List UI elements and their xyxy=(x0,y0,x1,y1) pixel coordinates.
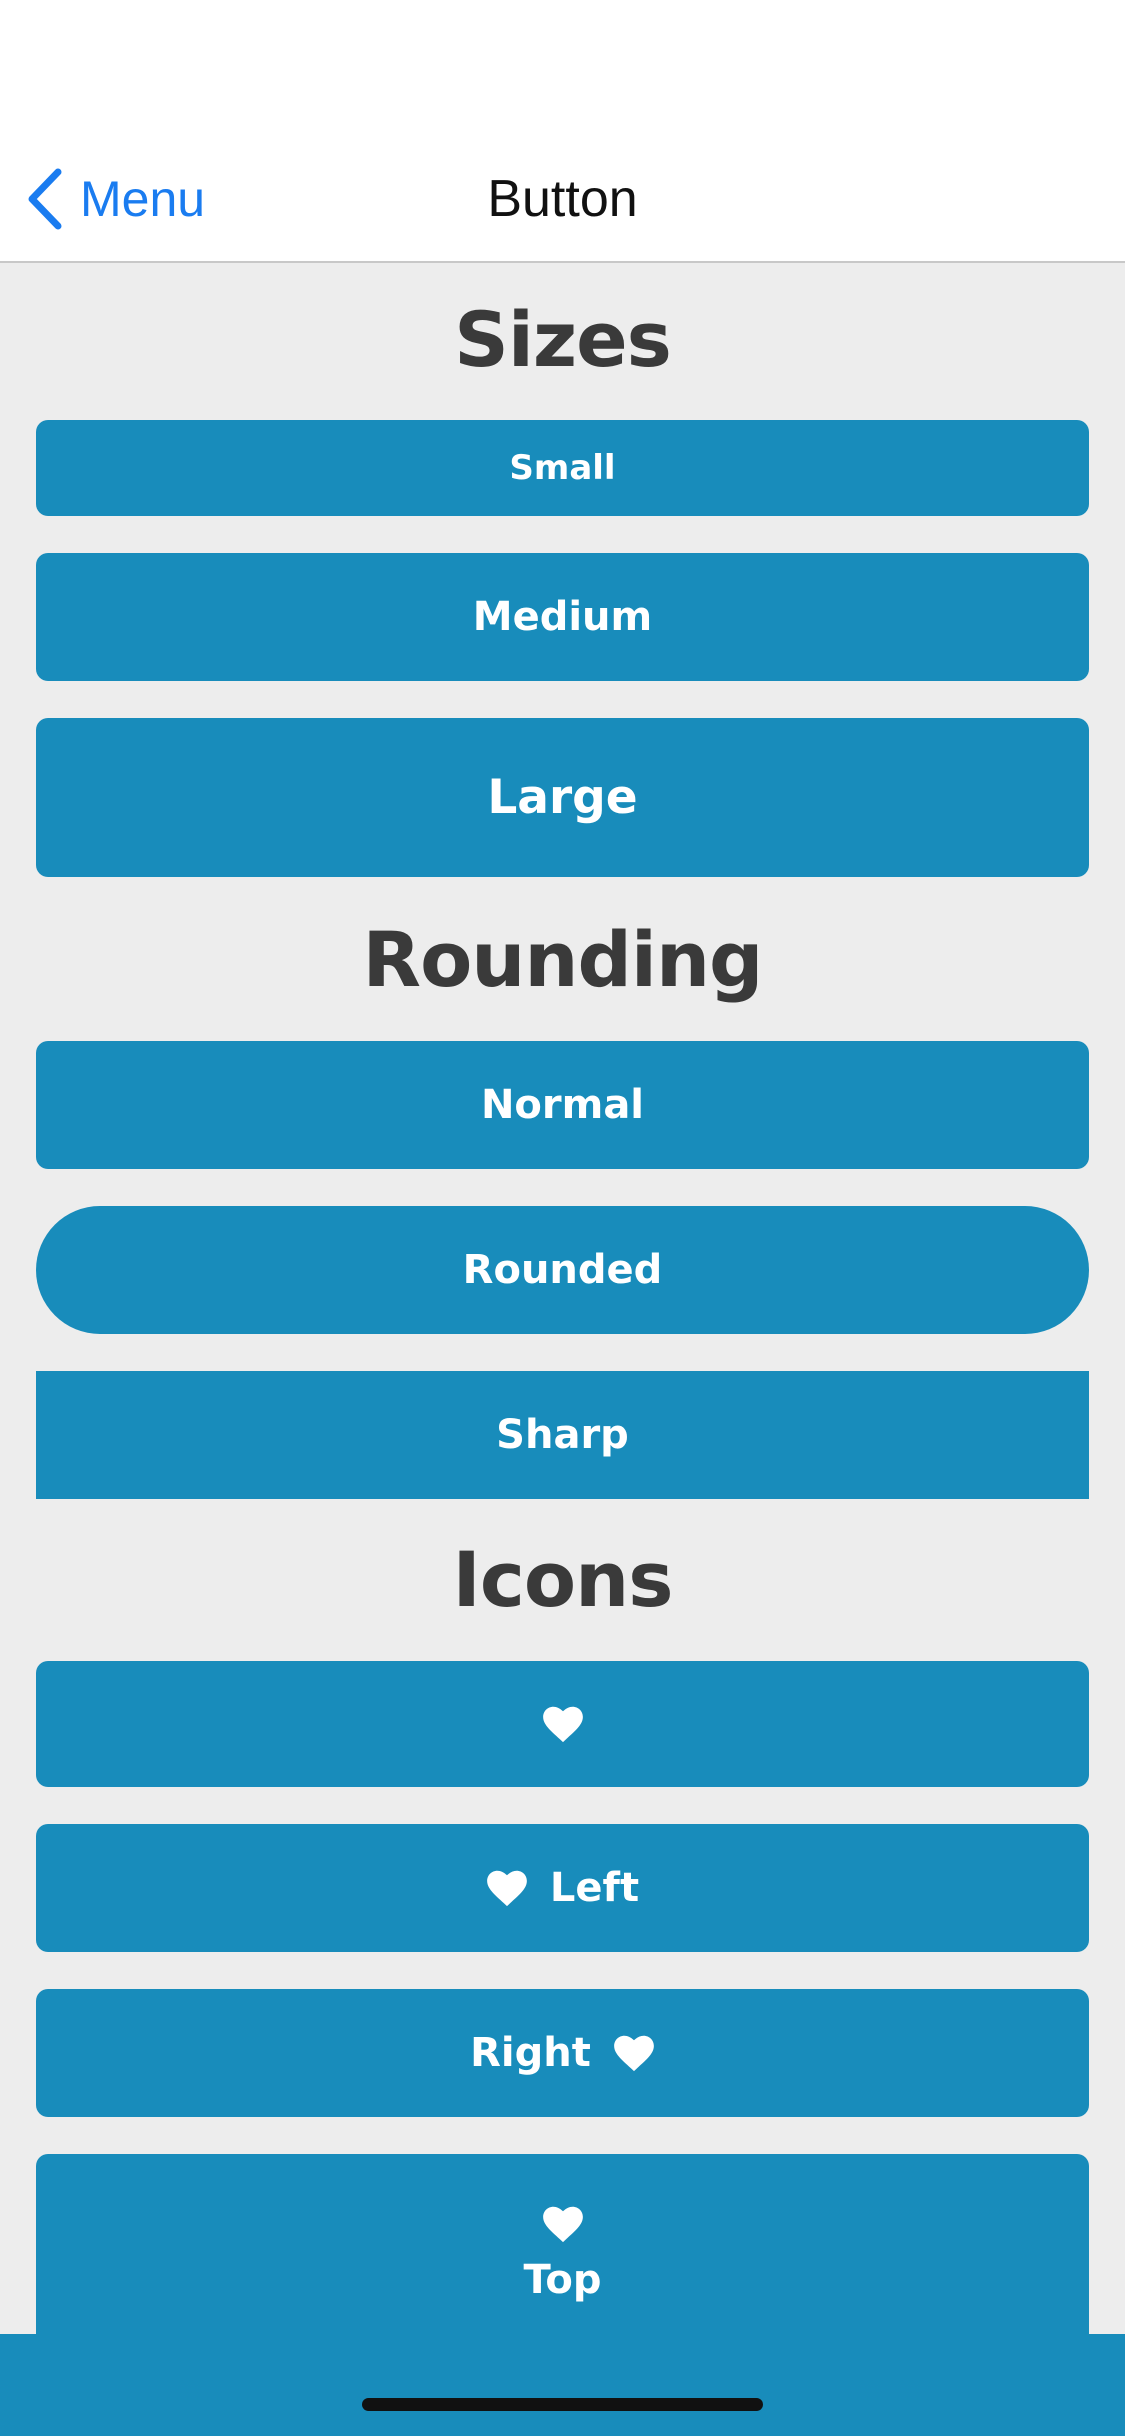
normal-button[interactable]: Normal xyxy=(36,1041,1089,1169)
icon-left-button[interactable]: Left xyxy=(36,1824,1089,1952)
navigation-bar: Menu Button xyxy=(0,0,1125,263)
sharp-button[interactable]: Sharp xyxy=(36,1371,1089,1499)
sharp-button-label: Sharp xyxy=(496,1412,629,1458)
home-indicator[interactable] xyxy=(362,2398,763,2411)
rounded-button-label: Rounded xyxy=(462,1247,663,1293)
heart-icon xyxy=(487,1870,527,1907)
heart-icon xyxy=(614,2035,654,2072)
large-button[interactable]: Large xyxy=(36,718,1089,877)
icon-right-button[interactable]: Right xyxy=(36,1989,1089,2117)
heart-icon xyxy=(542,2206,583,2243)
medium-button[interactable]: Medium xyxy=(36,553,1089,681)
rounded-button[interactable]: Rounded xyxy=(36,1206,1089,1334)
heart-icon xyxy=(542,1706,583,1743)
icon-left-button-label: Left xyxy=(549,1865,640,1911)
small-button[interactable]: Small xyxy=(36,420,1089,516)
small-button-label: Small xyxy=(509,448,616,488)
section-title-sizes: Sizes xyxy=(454,295,672,384)
icon-top-button-label: Top xyxy=(523,2257,602,2303)
section-title-rounding: Rounding xyxy=(362,915,764,1004)
page-title: Button xyxy=(487,170,638,228)
large-button-label: Large xyxy=(487,770,638,825)
normal-button-label: Normal xyxy=(480,1082,645,1128)
icon-right-button-label: Right xyxy=(470,2030,591,2076)
section-title-icons: Icons xyxy=(452,1535,674,1624)
icon-only-button[interactable] xyxy=(36,1661,1089,1787)
medium-button-label: Medium xyxy=(472,594,653,640)
icon-top-button[interactable]: Top xyxy=(36,2154,1089,2354)
bottom-bar xyxy=(0,2334,1125,2436)
